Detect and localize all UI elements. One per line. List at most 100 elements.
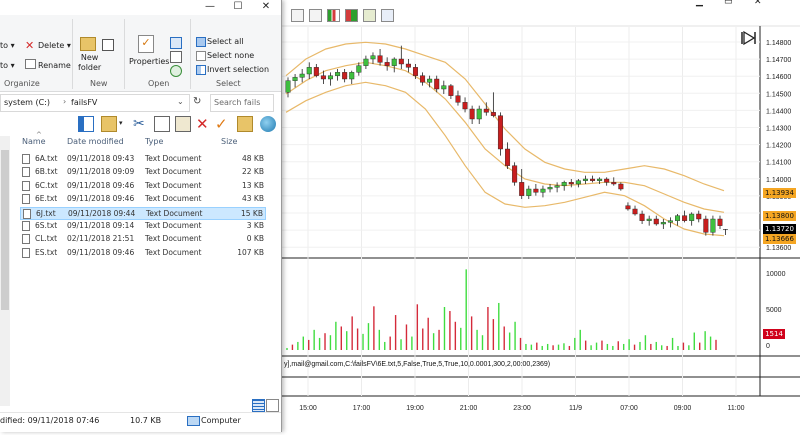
column-header-type[interactable]: Type [145,137,163,149]
file-row[interactable]: ES.txt 09/11/2018 09:46 Text Document 107 K… [20,247,266,260]
new-folder-toolbar-icon[interactable] [237,116,253,132]
cut-icon[interactable]: ✂ [133,116,149,132]
file-row[interactable]: 6A.txt 09/11/2018 09:43 Text Document 48 KB [20,153,266,166]
file-row[interactable]: 6B.txt 09/11/2018 09:09 Text Document 22 KB [20,166,266,179]
navigation-pane-scrollbar[interactable] [0,136,10,406]
column-header-date[interactable]: Date modified [67,137,124,149]
candle-body [448,85,454,96]
candle-body [497,115,503,150]
candle-body [356,65,362,73]
rename-icon [25,59,36,69]
candle-body [554,185,560,188]
close-icon[interactable]: ✕ [754,0,762,7]
select-all-button[interactable]: Select all [207,37,244,46]
file-type: Text Document [146,208,203,218]
chevron-down-icon[interactable]: ⌄ [177,97,184,106]
restore-icon[interactable]: ▭ [724,0,733,7]
properties-icon[interactable] [381,9,394,22]
search-box[interactable]: Search fails [210,94,274,112]
candle-body [533,188,539,193]
zoom-icon[interactable] [309,9,322,22]
time-tick-label: 09:00 [674,405,692,412]
file-row[interactable]: 6S.txt 09/11/2018 09:14 Text Document 3 KB [20,220,266,233]
properties-button[interactable]: Properties [129,57,169,66]
file-name: ES.txt [35,247,58,257]
file-name: 6J.txt [36,208,56,218]
dropdown-icon[interactable]: ▾ [119,119,123,127]
file-size: 43 KB [242,194,264,204]
new-folder-icon [80,37,96,51]
template-icon[interactable] [363,9,376,22]
file-date: 09/11/2018 09:43 [67,154,135,163]
indicator-icon[interactable] [345,9,358,22]
file-size: 3 KB [246,221,264,230]
volume-tick-label: 0 [766,343,770,350]
minimize-icon[interactable]: ▁ [696,0,703,7]
preview-pane-icon[interactable] [78,116,94,132]
refresh-icon[interactable]: ↻ [193,96,201,107]
breadcrumb-folder[interactable]: failsFV [71,98,97,107]
bar-chart-icon[interactable] [327,9,340,22]
status-size: 10.7 KB [130,416,162,425]
candle-body [575,180,581,185]
search-input[interactable]: Search fails [214,98,260,107]
text-file-icon [22,234,30,245]
candle-body [349,72,355,80]
text-file-icon [22,167,30,178]
candle-body [469,108,475,120]
check-icon[interactable]: ✓ [215,116,231,132]
close-button[interactable]: ✕ [252,0,280,14]
new-item-icon [102,39,114,51]
breadcrumb-drive[interactable]: system (C:) [4,98,50,107]
candle-body [299,73,305,78]
text-file-icon [23,208,31,219]
price-badge: 1.13720 [763,224,796,234]
scrollbar-thumb[interactable] [1,150,9,310]
column-header-size[interactable]: Size [221,137,237,149]
candle-body [590,178,596,181]
copy-to-button[interactable]: to ▾ [0,41,15,50]
paste-icon[interactable] [175,116,191,132]
invert-selection-icon [196,65,206,75]
select-icon[interactable] [291,9,304,22]
history-icon [170,65,182,77]
new-folder-button[interactable]: New folder [78,53,101,73]
file-row[interactable]: 6J.txt 09/11/2018 09:44 Text Document 15 KB [20,206,266,220]
large-icons-view-icon[interactable] [266,399,279,412]
rename-button[interactable]: Rename [38,61,71,70]
globe-icon[interactable] [260,116,276,132]
delete-icon-toolbar[interactable]: ✕ [196,116,212,132]
minimize-button[interactable]: — [196,0,224,14]
candle-body [420,75,426,83]
select-none-button[interactable]: Select none [207,51,254,60]
properties-check-icon: ✓ [138,35,154,53]
details-view-icon[interactable] [252,399,265,412]
column-header-name[interactable]: Name [22,137,46,149]
chevron-right-icon: › [63,97,67,106]
time-tick-label: 07:00 [620,405,638,412]
title-bar: — ☐ ✕ [0,0,281,14]
candle-body [320,75,326,80]
price-tick-label: 1.14800 [766,40,791,47]
candle-body [370,55,376,60]
layout-icon[interactable] [101,116,117,132]
file-row[interactable]: 6E.txt 09/11/2018 09:46 Text Document 43 KB [20,193,266,206]
candle-body [696,213,702,220]
invert-selection-button[interactable]: Invert selection [207,65,269,74]
text-file-icon [22,194,30,205]
price-tick-label: 1.14300 [766,126,791,133]
candle-body [384,62,390,66]
file-size: 22 KB [242,167,264,177]
file-row[interactable]: 6C.txt 09/11/2018 09:46 Text Document 13 KB [20,180,266,193]
price-tick-label: 1.14600 [766,74,791,81]
file-row[interactable]: CL.txt 02/11/2018 21:51 Text Document 0 KB [20,233,266,246]
text-file-icon [22,154,30,164]
move-to-button[interactable]: to ▾ [0,61,15,70]
candle-body [646,218,652,221]
maximize-button[interactable]: ☐ [224,0,252,14]
delete-button[interactable]: Delete ▾ [38,41,71,50]
file-size: 48 KB [242,154,264,163]
copy-icon[interactable] [154,116,170,132]
address-bar[interactable]: system (C:) › failsFV ⌄ [0,94,190,112]
file-size: 107 KB [237,247,264,257]
